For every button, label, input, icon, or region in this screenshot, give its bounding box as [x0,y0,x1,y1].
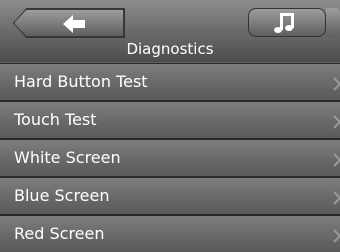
chevron-right-icon [333,153,340,167]
music-note-icon [274,13,294,33]
arrow-left-icon [63,15,85,33]
menu-item-label: Touch Test [14,110,97,129]
menu-item-touch-test[interactable]: Touch Test [0,102,340,138]
menu-item-label: Red Screen [14,224,105,243]
menu-item-hard-button-test[interactable]: Hard Button Test [0,64,340,100]
music-button[interactable] [248,8,326,37]
music-button-tab [326,8,340,37]
page-title: Diagnostics [126,40,214,58]
chevron-right-icon [333,229,340,243]
header-bar: Diagnostics [0,0,340,63]
diagnostics-menu: Hard Button Test Touch Test White Screen… [0,64,340,252]
back-button[interactable] [14,9,124,37]
chevron-right-icon [333,191,340,205]
menu-item-label: Hard Button Test [14,72,148,91]
menu-item-red-screen[interactable]: Red Screen [0,216,340,252]
menu-item-label: Blue Screen [14,186,110,205]
chevron-right-icon [333,77,340,91]
menu-item-blue-screen[interactable]: Blue Screen [0,178,340,214]
menu-item-white-screen[interactable]: White Screen [0,140,340,176]
chevron-right-icon [333,115,340,129]
menu-item-label: White Screen [14,148,121,167]
diagnostics-screen: Diagnostics Hard Button Test Touch Test … [0,0,340,252]
